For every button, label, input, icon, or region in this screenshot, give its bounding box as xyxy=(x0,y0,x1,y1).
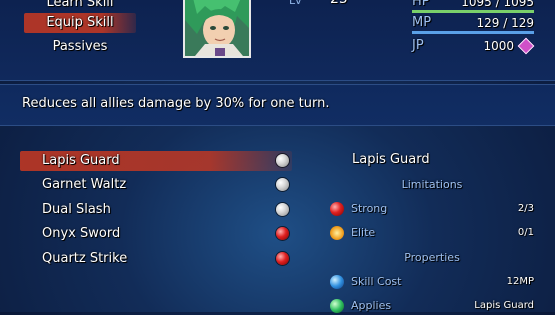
red-orb-icon xyxy=(276,252,289,265)
hp-current: 1095 xyxy=(461,0,492,9)
hp-max: 1095 xyxy=(503,0,534,9)
limitation-value: 0/1 xyxy=(517,227,534,238)
skill-item-lapis-guard[interactable]: Lapis Guard xyxy=(20,151,292,171)
red-orb-icon xyxy=(276,227,289,240)
properties-heading: Properties xyxy=(404,251,460,264)
property-row: Skill Cost 12MP xyxy=(330,273,534,291)
limitation-value: 2/3 xyxy=(517,203,534,214)
command-learn-skill[interactable]: Learn Skill xyxy=(24,0,136,13)
hp-separator: / xyxy=(495,0,500,9)
status-window: Learn Skill Equip Skill Passives Lv 25 H… xyxy=(0,0,555,81)
mp-bar xyxy=(412,31,534,34)
skill-name: Garnet Waltz xyxy=(42,177,127,192)
skill-name: Dual Slash xyxy=(42,202,111,217)
skill-item-garnet-waltz[interactable]: Garnet Waltz xyxy=(20,175,292,195)
red-orb-icon xyxy=(330,202,344,216)
white-orb-icon xyxy=(276,203,289,216)
limitation-label: Elite xyxy=(351,226,376,239)
green-orb-icon xyxy=(330,299,344,313)
help-text: Reduces all allies damage by 30% for one… xyxy=(22,96,330,111)
level-label: Lv xyxy=(289,0,302,7)
skill-item-onyx-sword[interactable]: Onyx Sword xyxy=(20,224,292,244)
hp-label: HP xyxy=(412,0,430,9)
blue-orb-icon xyxy=(330,275,344,289)
skill-name: Quartz Strike xyxy=(42,251,128,266)
limitation-row: Strong 2/3 xyxy=(330,200,534,218)
hp-bar xyxy=(412,10,534,13)
limitations-heading: Limitations xyxy=(401,178,463,191)
property-label: Applies xyxy=(351,299,392,312)
mp-bar-fill xyxy=(412,31,534,34)
property-row: Applies Lapis Guard xyxy=(330,297,534,315)
skill-item-quartz-strike[interactable]: Quartz Strike xyxy=(20,249,292,269)
mp-label: MP xyxy=(412,15,432,30)
property-value: 12MP xyxy=(506,276,534,287)
limitation-label: Strong xyxy=(351,202,388,215)
help-window: Reduces all allies damage by 30% for one… xyxy=(0,84,555,126)
mp-separator: / xyxy=(503,16,508,30)
level-value: 25 xyxy=(330,0,348,7)
command-passives[interactable]: Passives xyxy=(24,37,136,57)
white-orb-icon xyxy=(276,178,289,191)
property-value: Lapis Guard xyxy=(474,300,534,311)
skill-name: Onyx Sword xyxy=(42,226,121,241)
hp-gauge: HP 1095 / 1095 xyxy=(412,0,534,13)
white-orb-icon xyxy=(276,154,289,167)
mp-current: 129 xyxy=(476,16,500,30)
character-portrait xyxy=(183,0,251,58)
hp-bar-fill xyxy=(412,10,534,13)
mp-value: 129 / 129 xyxy=(476,16,534,30)
jp-row: JP 1000 xyxy=(412,37,535,56)
property-label: Skill Cost xyxy=(351,275,402,288)
jp-label: JP xyxy=(412,38,424,53)
skill-name: Lapis Guard xyxy=(42,153,120,168)
hp-value: 1095 / 1095 xyxy=(461,0,534,9)
jp-gem-icon xyxy=(517,37,535,55)
command-equip-skill[interactable]: Equip Skill xyxy=(24,13,136,33)
sun-icon xyxy=(330,226,344,240)
mp-gauge: MP 129 / 129 xyxy=(412,15,534,34)
detail-title: Lapis Guard xyxy=(352,152,430,167)
jp-value: 1000 xyxy=(483,39,514,53)
mp-max: 129 xyxy=(511,16,534,30)
limitation-row: Elite 0/1 xyxy=(330,224,534,242)
skill-item-dual-slash[interactable]: Dual Slash xyxy=(20,200,292,220)
